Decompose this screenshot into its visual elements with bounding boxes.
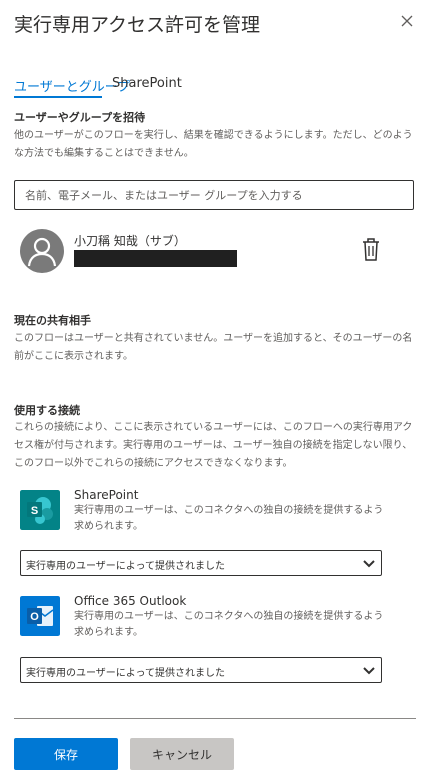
- connection-description-sharepoint: 実行専用のユーザーは、このコネクタへの独自の接続を提供するよう求められます。: [74, 505, 384, 532]
- sharepoint-icon: S: [20, 490, 60, 530]
- svg-text:S: S: [31, 505, 38, 517]
- connections-description: これらの接続により、ここに表示されているユーザーには、このフローへの実行専用アク…: [14, 422, 413, 469]
- delete-icon[interactable]: [360, 236, 382, 262]
- close-icon[interactable]: [400, 14, 414, 28]
- user-name: 小刀稱 知哉（サブ）: [74, 234, 186, 248]
- select-value: 実行専用のユーザーによって提供されました: [26, 561, 225, 572]
- outlook-icon: O: [20, 596, 60, 636]
- active-tab-indicator: [14, 96, 102, 98]
- connection-name-sharepoint: SharePoint: [74, 488, 139, 502]
- chevron-down-icon: [363, 667, 375, 675]
- panel-title: 実行専用アクセス許可を管理: [14, 14, 261, 36]
- invite-heading: ユーザーやグループを招待: [14, 111, 146, 124]
- person-icon: [27, 237, 57, 267]
- save-button[interactable]: 保存: [14, 738, 118, 770]
- cancel-button[interactable]: キャンセル: [130, 738, 234, 770]
- redacted-email: [74, 250, 237, 267]
- select-value: 実行専用のユーザーによって提供されました: [26, 668, 225, 679]
- current-sharing-description: このフローはユーザーと共有されていません。ユーザーを追加すると、そのユーザーの名…: [14, 333, 413, 362]
- chevron-down-icon: [363, 560, 375, 568]
- connection-description-outlook: 実行専用のユーザーは、このコネクタへの独自の接続を提供するよう求められます。: [74, 611, 384, 638]
- connection-name-outlook: Office 365 Outlook: [74, 594, 187, 608]
- connection-select-sharepoint[interactable]: 実行専用のユーザーによって提供されました: [20, 550, 382, 576]
- current-sharing-heading: 現在の共有相手: [14, 314, 91, 327]
- tab-sharepoint[interactable]: SharePoint: [112, 76, 182, 91]
- footer-divider: [14, 718, 416, 719]
- svg-text:O: O: [30, 611, 39, 623]
- invite-description: 他のユーザーがこのフローを実行し、結果を確認できるようにします。ただし、どのよう…: [14, 130, 413, 159]
- avatar: [20, 229, 64, 273]
- connection-select-outlook[interactable]: 実行専用のユーザーによって提供されました: [20, 657, 382, 683]
- connections-heading: 使用する接続: [14, 404, 80, 417]
- people-search-input[interactable]: [14, 180, 414, 210]
